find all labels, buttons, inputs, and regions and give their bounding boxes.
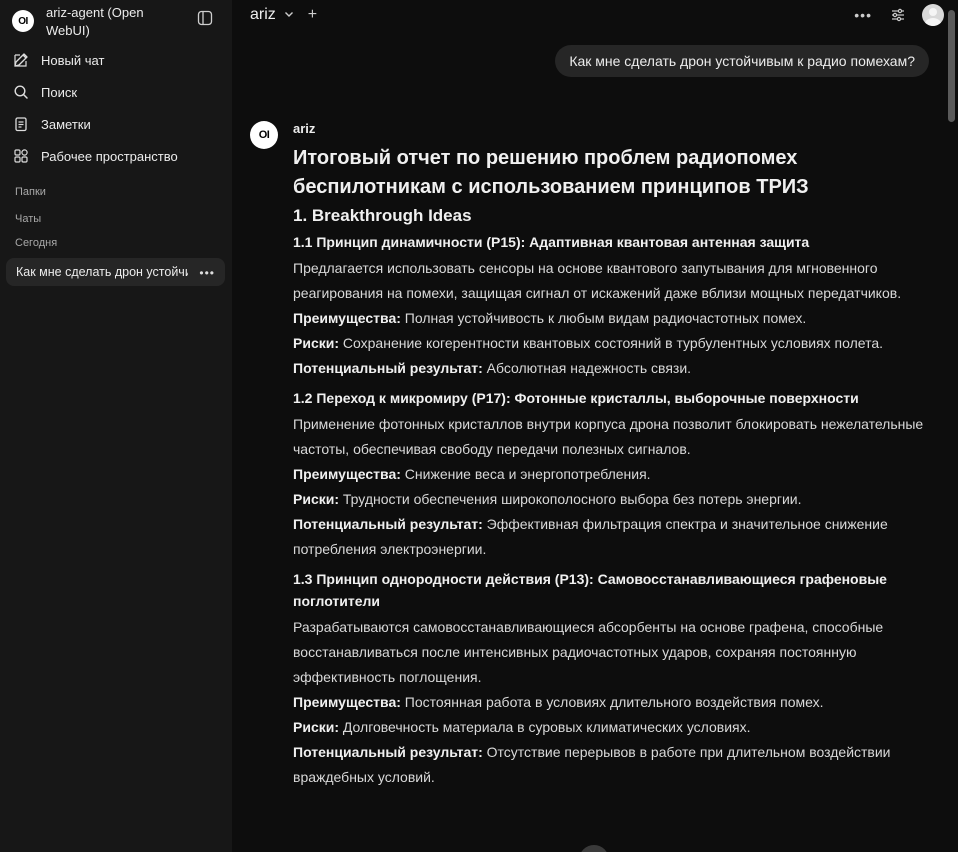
- user-message-bubble: Как мне сделать дрон устойчивым к радио …: [555, 45, 929, 77]
- advantages-label: Преимущества:: [293, 466, 401, 482]
- idea-risks: Риски: Трудности обеспечения широкополос…: [293, 487, 933, 512]
- chats-label[interactable]: Чаты: [15, 213, 41, 225]
- more-options-icon[interactable]: •••: [199, 266, 215, 280]
- risks-text: Долговечность материала в суровых климат…: [342, 719, 751, 735]
- advantages-text: Постоянная работа в условиях длительного…: [404, 694, 824, 710]
- assistant-name: ariz: [293, 121, 316, 136]
- idea-heading: 1.2 Переход к микромиру (P17): Фотонные …: [293, 390, 859, 406]
- idea-advantages: Преимущества: Снижение веса и энергопотр…: [293, 462, 933, 487]
- idea-description: Разрабатываются самовосстанавливающиеся …: [293, 619, 884, 685]
- risks-label: Риски:: [293, 335, 340, 351]
- sidebar-item-label: Рабочее пространство: [41, 148, 178, 164]
- sidebar-item-search[interactable]: Поиск: [12, 79, 222, 105]
- idea-result: Потенциальный результат: Отсутствие пере…: [293, 740, 933, 790]
- more-options-icon[interactable]: •••: [854, 7, 872, 23]
- risks-label: Риски:: [293, 491, 340, 507]
- openwebui-logo-icon: OI: [12, 10, 34, 32]
- brand-title: ariz-agent (Open WebUI): [46, 5, 144, 38]
- idea-result: Потенциальный результат: Эффективная фил…: [293, 512, 933, 562]
- idea-result: Потенциальный результат: Абсолютная наде…: [293, 356, 933, 381]
- idea-block: 1.3 Принцип однородности действия (P13):…: [293, 568, 933, 790]
- brand[interactable]: OI ariz-agent (Open WebUI): [12, 4, 222, 40]
- sidebar-toggle-icon[interactable]: [197, 10, 213, 26]
- idea-description: Применение фотонных кристаллов внутри ко…: [293, 416, 924, 457]
- sidebar-item-workspace[interactable]: Рабочее пространство: [12, 143, 222, 169]
- idea-heading: 1.3 Принцип однородности действия (P13):…: [293, 571, 887, 609]
- user-avatar[interactable]: [922, 4, 944, 26]
- assistant-message: Итоговый отчет по решению проблем радиоп…: [293, 144, 933, 790]
- idea-risks: Риски: Сохранение когерентности квантовы…: [293, 331, 933, 356]
- report-title: Итоговый отчет по решению проблем радиоп…: [293, 147, 809, 198]
- scroll-to-bottom-button[interactable]: [579, 845, 609, 852]
- folders-label[interactable]: Папки: [15, 186, 46, 198]
- section-heading: 1. Breakthrough Ideas: [293, 206, 472, 225]
- result-text: Абсолютная надежность связи.: [486, 360, 692, 376]
- pencil-icon: [12, 51, 30, 69]
- advantages-label: Преимущества:: [293, 310, 401, 326]
- assistant-avatar: OI: [250, 121, 278, 149]
- add-model-button[interactable]: +: [308, 6, 317, 24]
- workspace-icon: [12, 147, 30, 165]
- sidebar-item-label: Поиск: [41, 84, 78, 100]
- search-icon: [12, 83, 30, 101]
- model-selector[interactable]: ariz +: [250, 6, 317, 24]
- model-name: ariz: [250, 6, 276, 23]
- result-label: Потенциальный результат:: [293, 516, 483, 532]
- advantages-label: Преимущества:: [293, 694, 401, 710]
- chevron-down-icon: [284, 9, 294, 22]
- idea-advantages: Преимущества: Полная устойчивость к любы…: [293, 306, 933, 331]
- main-chat-area: ariz + ••• Как мне сделать дрон устойчив…: [232, 0, 958, 852]
- notes-icon: [12, 115, 30, 133]
- risks-text: Трудности обеспечения широкополосного вы…: [342, 491, 802, 507]
- advantages-text: Полная устойчивость к любым видам радиоч…: [404, 310, 807, 326]
- topbar-actions: •••: [854, 4, 944, 26]
- risks-label: Риски:: [293, 719, 340, 735]
- advantages-text: Снижение веса и энергопотребления.: [404, 466, 651, 482]
- idea-advantages: Преимущества: Постоянная работа в услови…: [293, 690, 933, 715]
- idea-heading: 1.1 Принцип динамичности (P15): Адаптивн…: [293, 234, 810, 250]
- sidebar-item-label: Заметки: [41, 116, 91, 132]
- chat-list-item[interactable]: Как мне сделать дрон устойчивым к радио …: [6, 258, 225, 286]
- risks-text: Сохранение когерентности квантовых состо…: [342, 335, 884, 351]
- sidebar: OI ariz-agent (Open WebUI) Новый чат Пои…: [0, 0, 232, 852]
- result-label: Потенциальный результат:: [293, 744, 483, 760]
- scrollbar[interactable]: [948, 10, 955, 122]
- today-label: Сегодня: [15, 237, 58, 249]
- idea-block: 1.2 Переход к микромиру (P17): Фотонные …: [293, 387, 933, 562]
- sidebar-item-label: Новый чат: [41, 52, 105, 68]
- controls-icon[interactable]: [890, 7, 906, 23]
- sidebar-item-notes[interactable]: Заметки: [12, 111, 222, 137]
- idea-block: 1.1 Принцип динамичности (P15): Адаптивн…: [293, 231, 933, 381]
- result-label: Потенциальный результат:: [293, 360, 483, 376]
- sidebar-item-new-chat[interactable]: Новый чат: [12, 47, 222, 73]
- chat-item-title: Как мне сделать дрон устойчивым к радио …: [16, 265, 188, 279]
- user-message-text: Как мне сделать дрон устойчивым к радио …: [569, 53, 915, 69]
- idea-description: Предлагается использовать сенсоры на осн…: [293, 260, 902, 301]
- idea-risks: Риски: Долговечность материала в суровых…: [293, 715, 933, 740]
